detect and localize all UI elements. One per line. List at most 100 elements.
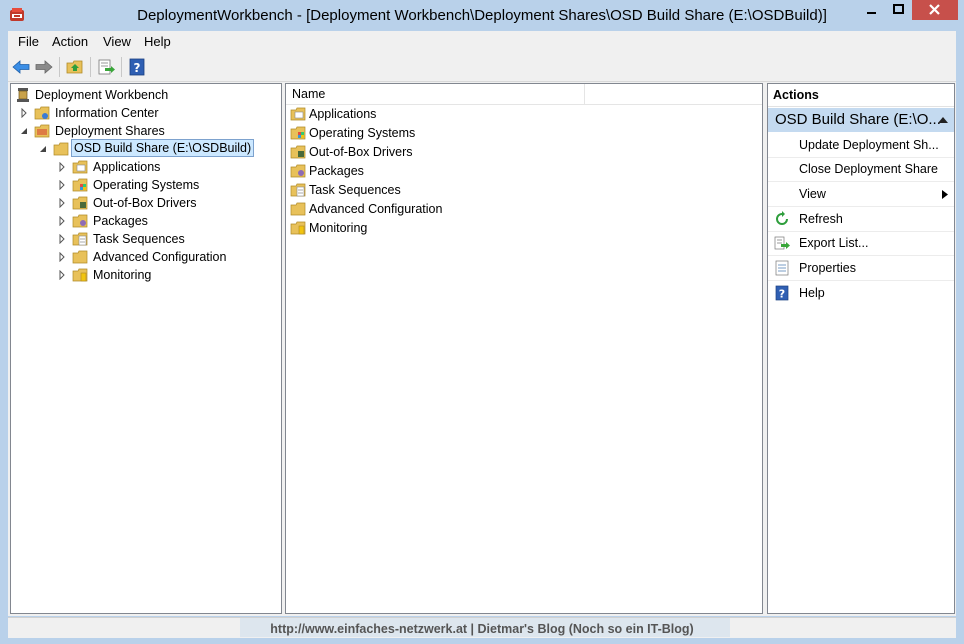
tree-item-label: Out-of-Box Drivers	[93, 196, 197, 210]
list-item-label: Out-of-Box Drivers	[309, 145, 413, 159]
app-window: DeploymentWorkbench - [Deployment Workbe…	[0, 0, 964, 644]
actions-pane: Actions OSD Build Share (E:\O... Update …	[767, 83, 955, 614]
collapse-arrow-icon[interactable]	[38, 144, 48, 154]
tree-item-label: Deployment Workbench	[35, 88, 169, 102]
tree-item-deployment-workbench[interactable]: Deployment Workbench	[15, 86, 275, 104]
folder-icon	[34, 124, 50, 138]
folder-monitoring-icon	[72, 268, 88, 282]
folder-applications-icon	[72, 160, 88, 174]
tree-item-monitoring[interactable]: Monitoring	[15, 266, 275, 284]
menu-help[interactable]: Help	[144, 34, 171, 49]
submenu-arrow-icon	[942, 190, 948, 199]
tree-item-osd-build-share[interactable]: OSD Build Share (E:\OSDBuild)	[15, 139, 275, 158]
action-label: View	[799, 187, 826, 201]
tree-item-packages[interactable]: Packages	[15, 212, 275, 230]
actions-header: Actions	[768, 84, 954, 107]
list-header: Name	[286, 84, 762, 105]
export-list-icon[interactable]	[96, 57, 116, 77]
refresh-icon	[776, 211, 788, 225]
tree-item-task-sequences[interactable]: Task Sequences	[15, 230, 275, 248]
action-properties[interactable]: Properties	[768, 256, 954, 281]
action-label: Export List...	[799, 236, 869, 250]
menu-view[interactable]: View	[103, 34, 131, 49]
toolbar-separator	[90, 57, 91, 77]
tree-item-information-center[interactable]: Information Center	[15, 104, 275, 122]
expand-arrow-icon[interactable]	[57, 180, 67, 190]
action-view[interactable]: View	[768, 182, 954, 207]
svg-text:?: ?	[134, 61, 141, 75]
status-watermark: http://www.einfaches-netzwerk.at | Dietm…	[270, 622, 694, 636]
folder-operating-systems-icon	[72, 178, 88, 192]
tree-item-label: Deployment Shares	[55, 124, 165, 138]
tree-item-label: Operating Systems	[93, 178, 200, 192]
list-item-label: Task Sequences	[309, 183, 401, 197]
tree-item-label: Task Sequences	[93, 232, 185, 246]
expand-arrow-icon[interactable]	[57, 198, 67, 208]
action-label: Refresh	[799, 212, 843, 226]
content-area: Deployment Workbench Information Center …	[8, 82, 956, 616]
maximize-button[interactable]	[885, 0, 912, 20]
menu-action[interactable]: Action	[52, 34, 88, 49]
action-help[interactable]: ? Help	[768, 281, 954, 305]
close-icon	[929, 4, 940, 15]
up-folder-icon[interactable]	[65, 57, 85, 77]
folder-packages-icon	[290, 164, 306, 178]
tree-item-applications[interactable]: Applications	[15, 158, 275, 176]
actions-section-osd-build-share[interactable]: OSD Build Share (E:\O...	[768, 108, 954, 132]
action-label: Properties	[799, 261, 856, 275]
expand-arrow-icon[interactable]	[57, 216, 67, 226]
tree-item-operating-systems[interactable]: Operating Systems	[15, 176, 275, 194]
toolbar: ?	[8, 53, 956, 82]
tree-item-advanced-configuration[interactable]: Advanced Configuration	[15, 248, 275, 266]
column-divider[interactable]	[584, 84, 585, 104]
expand-arrow-icon[interactable]	[57, 234, 67, 244]
folder-applications-icon	[290, 107, 306, 121]
folder-info-icon	[34, 106, 50, 120]
forward-arrow-icon[interactable]	[34, 57, 54, 77]
folder-operating-systems-icon	[290, 126, 306, 140]
action-label: Help	[799, 286, 825, 300]
action-close-deployment-share[interactable]: Close Deployment Share	[768, 157, 954, 182]
tree-item-out-of-box-drivers[interactable]: Out-of-Box Drivers	[15, 194, 275, 212]
action-refresh[interactable]: Refresh	[768, 207, 954, 232]
action-update-deployment-share[interactable]: Update Deployment Sh...	[768, 133, 954, 158]
action-export-list[interactable]: Export List...	[768, 231, 954, 256]
folder-icon	[290, 202, 306, 216]
close-button[interactable]	[912, 0, 958, 20]
minimize-button[interactable]	[858, 0, 885, 20]
status-bar: http://www.einfaches-netzwerk.at | Dietm…	[8, 617, 956, 638]
expand-arrow-icon[interactable]	[57, 162, 67, 172]
back-arrow-icon[interactable]	[11, 57, 31, 77]
expand-arrow-icon[interactable]	[57, 270, 67, 280]
properties-icon	[775, 260, 789, 276]
export-list-icon	[774, 236, 790, 250]
list-item-label: Operating Systems	[309, 126, 416, 140]
list-item-label: Monitoring	[309, 221, 368, 235]
folder-monitoring-icon	[290, 221, 306, 235]
toolbar-separator	[59, 57, 60, 77]
column-header-name[interactable]: Name	[292, 87, 325, 101]
actions-section-label: OSD Build Share (E:\O...	[775, 111, 941, 128]
collapse-up-icon[interactable]	[938, 116, 948, 124]
help-icon[interactable]: ?	[127, 57, 147, 77]
actions-header-label: Actions	[773, 88, 819, 102]
folder-drivers-icon	[72, 196, 88, 210]
folder-icon	[53, 142, 69, 156]
folder-task-sequences-icon	[290, 183, 306, 197]
svg-text:?: ?	[779, 288, 785, 301]
folder-task-sequences-icon	[72, 232, 88, 246]
maximize-icon	[893, 4, 904, 14]
expand-arrow-icon[interactable]	[57, 252, 67, 262]
content-list[interactable]: Name Applications Operating Systems Out-…	[285, 83, 763, 614]
list-item-label: Applications	[309, 107, 377, 121]
tree-item-deployment-shares[interactable]: Deployment Shares	[15, 122, 275, 140]
expand-arrow-icon[interactable]	[19, 108, 29, 118]
title-bar[interactable]: DeploymentWorkbench - [Deployment Workbe…	[0, 0, 964, 31]
collapse-arrow-icon[interactable]	[19, 126, 29, 136]
navigation-tree[interactable]: Deployment Workbench Information Center …	[10, 83, 282, 614]
tree-item-label: Packages	[93, 214, 148, 228]
tree-item-label: Information Center	[55, 106, 159, 120]
action-label: Update Deployment Sh...	[799, 138, 939, 152]
folder-icon	[72, 250, 88, 264]
menu-file[interactable]: File	[18, 34, 39, 49]
